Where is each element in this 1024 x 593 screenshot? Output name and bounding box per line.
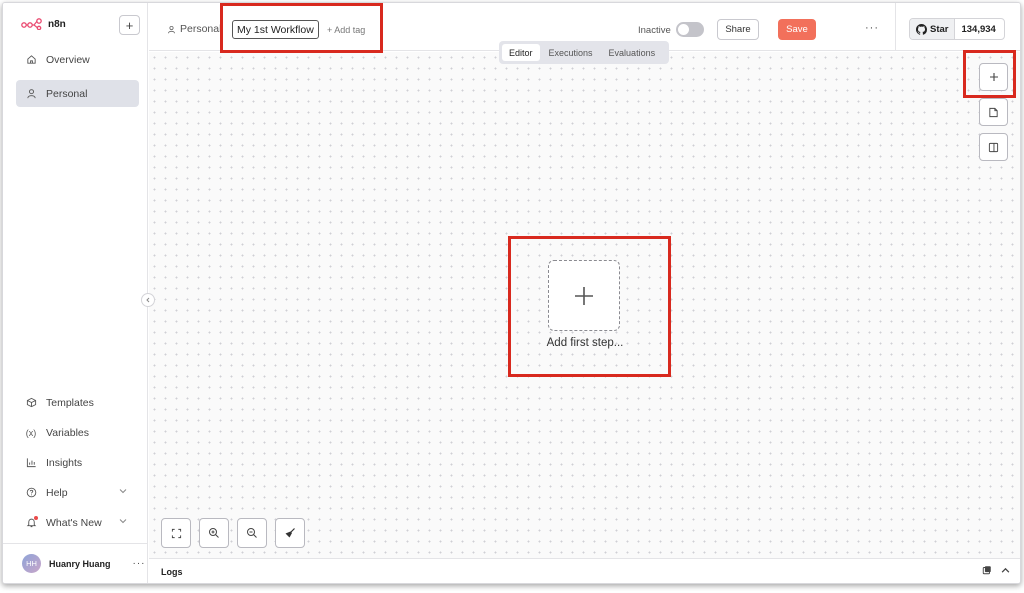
zoom-out-button[interactable] bbox=[237, 518, 267, 548]
avatar: HH bbox=[22, 554, 41, 573]
github-star-widget[interactable]: Star 134,934 bbox=[909, 18, 1005, 40]
chevron-down-icon bbox=[119, 489, 127, 494]
sidebar-item-overview[interactable]: Overview bbox=[16, 46, 139, 73]
zoom-out-icon bbox=[247, 528, 257, 538]
user-icon bbox=[168, 25, 175, 33]
chart-icon bbox=[25, 457, 37, 469]
sidebar: n8n + Overview Personal Templates (x) Va… bbox=[3, 3, 148, 583]
add-sticky-note-button[interactable] bbox=[979, 98, 1008, 126]
fit-view-icon bbox=[171, 528, 181, 538]
notification-dot bbox=[34, 515, 38, 520]
sidebar-item-label: Overview bbox=[46, 53, 90, 66]
fit-view-button[interactable] bbox=[161, 518, 191, 548]
more-icon[interactable]: ··· bbox=[133, 558, 146, 569]
user-icon bbox=[25, 88, 37, 100]
box-icon bbox=[25, 397, 37, 409]
divider bbox=[895, 3, 896, 51]
share-button[interactable]: Share bbox=[717, 19, 759, 40]
sidebar-item-label: Help bbox=[46, 486, 68, 499]
breadcrumb-label: Personal bbox=[180, 23, 222, 35]
home-icon bbox=[25, 54, 37, 66]
n8n-logo-icon bbox=[21, 18, 42, 30]
workflow-name-input[interactable]: My 1st Workflow bbox=[232, 20, 319, 39]
sidebar-item-help[interactable]: Help bbox=[16, 479, 139, 506]
variable-icon: (x) bbox=[25, 427, 37, 438]
tab-editor[interactable]: Editor bbox=[502, 44, 540, 61]
status-label: Inactive bbox=[638, 25, 671, 36]
toggle-knob bbox=[678, 24, 689, 35]
plus-icon bbox=[575, 286, 593, 305]
sidebar-item-label: What's New bbox=[46, 516, 102, 529]
toggle-side-panel-button[interactable] bbox=[979, 133, 1008, 161]
tab-executions[interactable]: Executions bbox=[542, 44, 600, 61]
add-first-step-button[interactable] bbox=[548, 260, 620, 331]
open-nodes-panel-button[interactable] bbox=[979, 63, 1008, 91]
logo[interactable]: n8n bbox=[21, 18, 66, 30]
canvas-right-toolbar bbox=[979, 63, 1009, 168]
tidy-up-button[interactable] bbox=[275, 518, 305, 548]
breadcrumb[interactable]: Personal bbox=[167, 23, 221, 35]
panel-icon bbox=[988, 142, 999, 152]
save-button[interactable]: Save bbox=[778, 19, 816, 40]
app-window: n8n + Overview Personal Templates (x) Va… bbox=[2, 2, 1021, 584]
chevron-down-icon bbox=[119, 519, 127, 524]
sidebar-item-whats-new[interactable]: What's New bbox=[16, 509, 139, 536]
sidebar-item-insights[interactable]: Insights bbox=[16, 449, 139, 476]
logs-controls bbox=[982, 565, 1010, 575]
github-star-button[interactable]: Star bbox=[910, 19, 956, 39]
plus-icon: + bbox=[125, 17, 134, 33]
sticky-note-icon bbox=[989, 107, 998, 117]
canvas-zoom-toolbar bbox=[161, 518, 305, 548]
popout-icon[interactable] bbox=[982, 565, 992, 575]
zoom-in-icon bbox=[209, 528, 219, 538]
bell-icon bbox=[25, 515, 38, 529]
active-toggle[interactable] bbox=[676, 22, 704, 37]
github-star-count: 134,934 bbox=[961, 23, 996, 35]
sidebar-item-label: Insights bbox=[46, 456, 83, 469]
view-tabs: Editor Executions Evaluations bbox=[499, 41, 669, 64]
sidebar-item-label: Templates bbox=[46, 396, 94, 409]
sidebar-item-label: Personal bbox=[46, 87, 88, 100]
broom-icon bbox=[285, 528, 295, 538]
user-menu[interactable]: HH Huanry Huang ··· bbox=[3, 543, 148, 583]
sidebar-item-personal[interactable]: Personal bbox=[16, 80, 139, 107]
chevron-up-icon[interactable] bbox=[1001, 567, 1010, 574]
logo-text: n8n bbox=[48, 18, 66, 30]
help-icon bbox=[25, 487, 37, 499]
sidebar-item-templates[interactable]: Templates bbox=[16, 389, 139, 416]
chevron-left-icon bbox=[146, 297, 150, 303]
zoom-in-button[interactable] bbox=[199, 518, 229, 548]
tab-evaluations[interactable]: Evaluations bbox=[602, 44, 663, 61]
github-icon bbox=[916, 23, 927, 35]
collapse-sidebar-button[interactable] bbox=[141, 293, 155, 307]
sidebar-item-label: Variables bbox=[46, 426, 89, 439]
create-new-button[interactable]: + bbox=[119, 15, 140, 35]
sidebar-item-variables[interactable]: (x) Variables bbox=[16, 419, 139, 446]
workflow-canvas[interactable]: Add first step... bbox=[149, 52, 1020, 558]
add-tag-button[interactable]: + Add tag bbox=[327, 25, 365, 35]
logs-label: Logs bbox=[161, 567, 183, 577]
more-options-icon[interactable]: ··· bbox=[865, 22, 879, 34]
plus-icon bbox=[989, 73, 998, 81]
user-name: Huanry Huang bbox=[49, 558, 111, 569]
github-star-label: Star bbox=[930, 23, 949, 35]
add-first-step-label: Add first step... bbox=[546, 337, 624, 349]
logs-panel[interactable]: Logs bbox=[149, 558, 1020, 583]
